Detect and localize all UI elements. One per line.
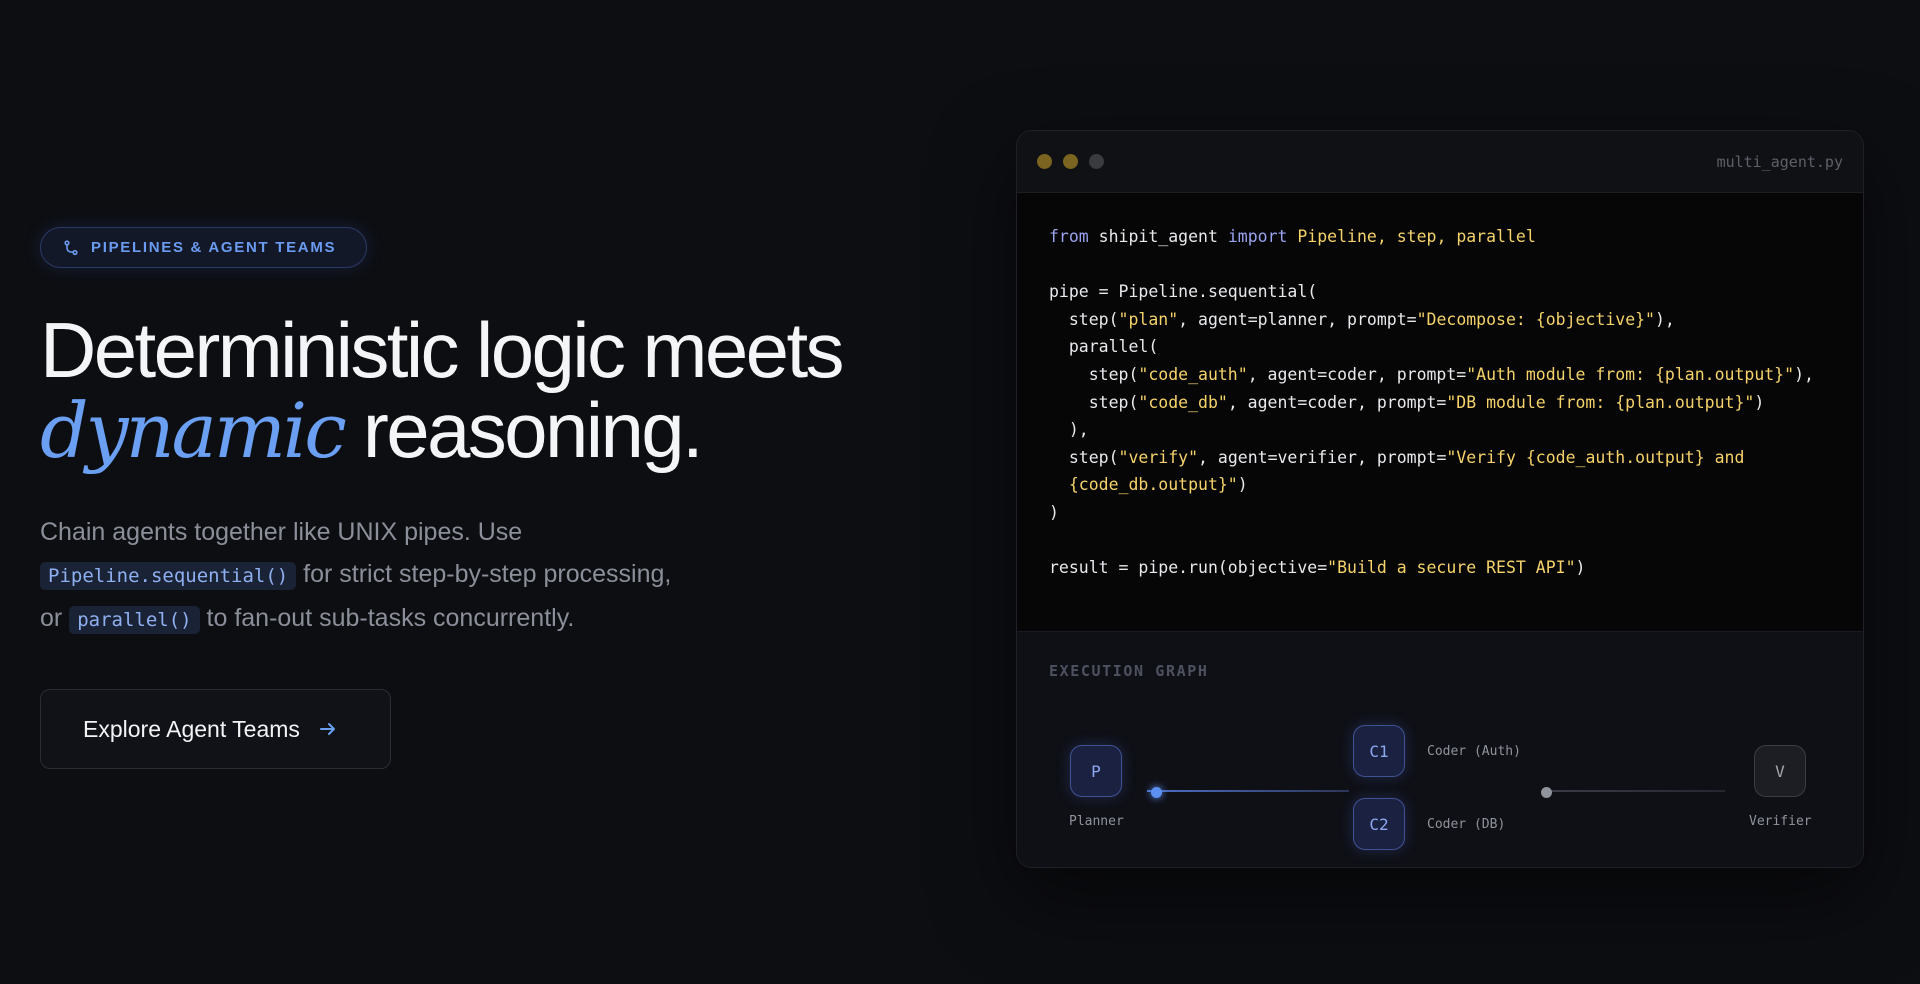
- edge-planner-to-coders: [1147, 790, 1349, 792]
- description-text-3: or: [40, 604, 70, 632]
- node-verifier[interactable]: V: [1754, 745, 1806, 797]
- inline-code-sequential: Pipeline.sequential(): [40, 562, 297, 590]
- minimize-dot[interactable]: [1063, 154, 1078, 169]
- description: Chain agents together like UNIX pipes. U…: [40, 511, 760, 641]
- code-text: ),: [1794, 364, 1814, 384]
- code-string: {code_db.output}": [1049, 475, 1238, 495]
- headline-line-1: Deterministic logic meets: [40, 306, 845, 394]
- code-text: step(: [1049, 392, 1139, 412]
- code-keyword: import: [1227, 227, 1288, 246]
- badge-label: PIPELINES & AGENT TEAMS: [91, 239, 337, 256]
- code-line: {code_db.output}"): [1049, 471, 1863, 499]
- code-text: , agent=planner, prompt=: [1178, 309, 1417, 329]
- code-text: ): [1049, 502, 1059, 522]
- code-line: ),: [1049, 416, 1863, 444]
- section-badge: PIPELINES & AGENT TEAMS: [40, 227, 367, 268]
- node-coder-auth[interactable]: C1: [1353, 725, 1405, 777]
- code-text: , agent=coder, prompt=: [1247, 364, 1467, 384]
- code-text: parallel(: [1049, 337, 1159, 357]
- node-coder-db-id: C2: [1369, 814, 1389, 834]
- code-text: , agent=verifier, prompt=: [1198, 447, 1447, 467]
- node-coder-db-label: Coder (DB): [1427, 817, 1506, 832]
- code-text: ): [1237, 475, 1248, 495]
- node-verifier-id: V: [1775, 761, 1785, 781]
- code-text: step(: [1049, 364, 1139, 384]
- edge-dot-end: [1541, 787, 1552, 798]
- code-line: step("verify", agent=verifier, prompt="V…: [1049, 444, 1863, 472]
- code-line: step("plan", agent=planner, prompt="Deco…: [1049, 306, 1863, 334]
- node-planner-id: P: [1091, 761, 1101, 781]
- code-text: ),: [1049, 420, 1089, 440]
- cta-label: Explore Agent Teams: [83, 715, 300, 742]
- headline-accent-word: dynamic: [40, 386, 347, 475]
- arrow-right-icon: [318, 719, 338, 739]
- inline-code-parallel: parallel(): [69, 606, 200, 634]
- code-line: ): [1049, 499, 1863, 527]
- window-titlebar: multi_agent.py: [1017, 131, 1863, 193]
- code-string: Pipeline, step, parallel: [1287, 227, 1536, 246]
- code-text: , agent=coder, prompt=: [1227, 392, 1447, 412]
- code-string: "Auth module from: {plan.output}": [1466, 364, 1795, 384]
- file-name: multi_agent.py: [1716, 153, 1843, 171]
- code-line: parallel(: [1049, 333, 1863, 361]
- code-line: result = pipe.run(objective="Build a sec…: [1049, 554, 1863, 582]
- git-branch-icon: [63, 239, 79, 256]
- code-line: pipe = Pipeline.sequential(: [1049, 278, 1863, 306]
- code-text: ): [1754, 392, 1765, 412]
- code-line: step("code_db", agent=coder, prompt="DB …: [1049, 389, 1863, 417]
- code-text: result = pipe.run(objective=: [1049, 558, 1328, 578]
- code-text: ),: [1655, 309, 1675, 329]
- node-coder-auth-id: C1: [1369, 741, 1389, 761]
- code-text: pipe = Pipeline.sequential(: [1049, 282, 1318, 302]
- edge-coders-to-verifier: [1545, 790, 1725, 792]
- node-planner[interactable]: P: [1070, 745, 1122, 797]
- node-coder-auth-label: Coder (Auth): [1427, 744, 1521, 759]
- node-verifier-label: Verifier: [1749, 814, 1812, 829]
- node-planner-label: Planner: [1069, 814, 1124, 829]
- headline-line-2: dynamic reasoning.: [40, 390, 842, 471]
- code-string: "DB module from: {plan.output}": [1446, 392, 1755, 412]
- code-string: "code_auth": [1138, 364, 1248, 384]
- page-headline: Deterministic logic meets dynamic reason…: [40, 306, 845, 471]
- description-text-4: to fan-out sub-tasks concurrently.: [199, 604, 575, 632]
- execution-graph: EXECUTION GRAPH P Planner C1 Coder (Auth…: [1017, 631, 1863, 867]
- code-line: step("code_auth", agent=coder, prompt="A…: [1049, 361, 1863, 389]
- explore-agent-teams-button[interactable]: Explore Agent Teams: [40, 689, 391, 769]
- code-string: "plan": [1118, 309, 1179, 329]
- code-text: shipit_agent: [1088, 227, 1228, 246]
- graph-title: EXECUTION GRAPH: [1049, 662, 1209, 680]
- description-text-2: for strict step-by-step processing,: [296, 560, 672, 588]
- close-dot[interactable]: [1037, 154, 1052, 169]
- code-keyword: from: [1049, 227, 1089, 246]
- headline-line-2-rest: reasoning.: [343, 386, 704, 474]
- code-window: multi_agent.py from shipit_agent import …: [1016, 130, 1864, 868]
- code-string: "code_db": [1138, 392, 1228, 412]
- code-text: ): [1575, 558, 1586, 578]
- code-line: from shipit_agent import Pipeline, step,…: [1049, 223, 1863, 251]
- code-text: step(: [1049, 447, 1119, 467]
- code-string: "Verify {code_auth.output} and: [1446, 447, 1745, 467]
- code-text: step(: [1049, 309, 1119, 329]
- code-string: "Build a secure REST API": [1327, 558, 1576, 578]
- code-block: from shipit_agent import Pipeline, step,…: [1017, 193, 1863, 631]
- node-coder-db[interactable]: C2: [1353, 798, 1405, 850]
- edge-dot-start: [1151, 787, 1162, 798]
- maximize-dot[interactable]: [1089, 154, 1104, 169]
- description-text-1: Chain agents together like UNIX pipes. U…: [40, 518, 523, 546]
- code-string: "verify": [1118, 447, 1199, 467]
- page: PIPELINES & AGENT TEAMS Deterministic lo…: [0, 0, 1920, 984]
- code-string: "Decompose: {objective}": [1416, 309, 1655, 329]
